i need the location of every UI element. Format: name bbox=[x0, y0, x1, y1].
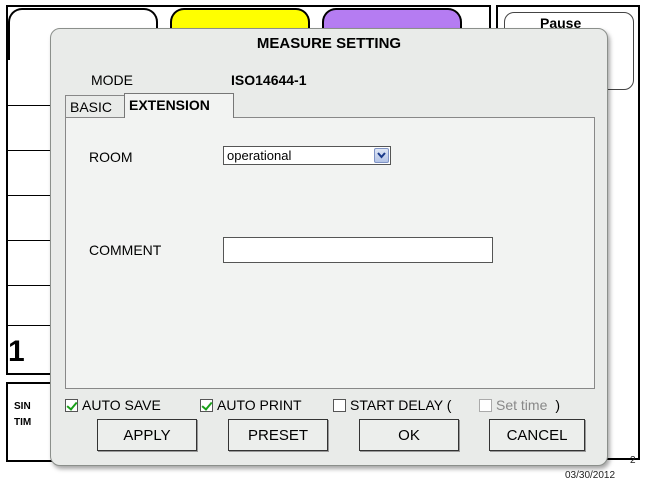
bottom-label-1: SIN bbox=[14, 401, 31, 412]
set-time-checkbox[interactable]: Set time ) bbox=[479, 397, 560, 413]
big-number: 1 bbox=[8, 335, 25, 368]
auto-print-label: AUTO PRINT bbox=[217, 397, 302, 413]
row-divider bbox=[6, 240, 52, 241]
room-label: ROOM bbox=[89, 149, 133, 165]
row-divider bbox=[6, 195, 52, 196]
comment-label: COMMENT bbox=[89, 242, 162, 258]
chevron-down-icon[interactable] bbox=[374, 148, 389, 163]
checkbox-checked-icon[interactable] bbox=[200, 398, 213, 412]
auto-save-checkbox[interactable]: AUTO SAVE bbox=[65, 397, 161, 413]
date-label: 03/30/2012 bbox=[565, 470, 616, 481]
dialog-title: MEASURE SETTING bbox=[256, 35, 402, 52]
set-time-label: Set time bbox=[496, 397, 548, 413]
row-divider bbox=[6, 105, 52, 106]
measure-setting-dialog: MEASURE SETTING MODE ISO14644-1 BASIC EX… bbox=[50, 28, 608, 466]
start-delay-checkbox[interactable]: START DELAY ( bbox=[333, 397, 451, 413]
left-column bbox=[6, 60, 53, 375]
tab-basic[interactable]: BASIC bbox=[65, 95, 125, 117]
apply-button[interactable]: APPLY bbox=[97, 419, 197, 451]
room-select[interactable]: operational bbox=[223, 146, 391, 165]
comment-input[interactable] bbox=[223, 237, 493, 263]
bottom-label-2: TIM bbox=[14, 417, 32, 428]
cancel-button[interactable]: CANCEL bbox=[489, 419, 585, 451]
row-divider bbox=[6, 285, 52, 286]
preset-button[interactable]: PRESET bbox=[228, 419, 328, 451]
tab-extension[interactable]: EXTENSION bbox=[124, 93, 234, 118]
ok-button[interactable]: OK bbox=[359, 419, 459, 451]
row-divider bbox=[6, 325, 52, 326]
mode-value: ISO14644-1 bbox=[231, 72, 307, 88]
mode-label: MODE bbox=[91, 72, 133, 88]
room-select-value: operational bbox=[227, 148, 292, 163]
row-divider bbox=[6, 150, 52, 151]
auto-print-checkbox[interactable]: AUTO PRINT bbox=[200, 397, 302, 413]
start-delay-label: START DELAY ( bbox=[350, 397, 452, 413]
date-partial: 2 bbox=[630, 455, 636, 466]
auto-save-label: AUTO SAVE bbox=[82, 397, 161, 413]
set-time-close-paren: ) bbox=[555, 397, 561, 413]
checkbox-disabled-icon[interactable] bbox=[479, 398, 492, 412]
checkbox-unchecked-icon[interactable] bbox=[333, 398, 346, 412]
checkbox-checked-icon[interactable] bbox=[65, 398, 78, 412]
